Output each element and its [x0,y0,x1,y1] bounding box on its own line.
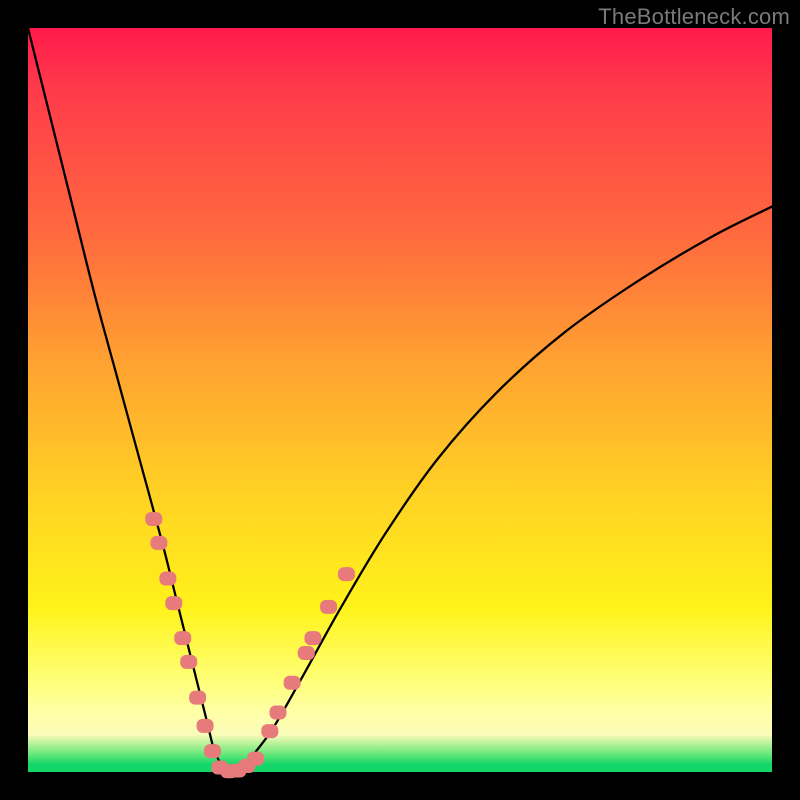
data-marker [165,596,182,610]
bottleneck-curve [28,28,772,773]
data-marker [247,752,264,766]
data-marker [261,724,278,738]
data-marker [298,646,315,660]
data-marker [174,631,191,645]
data-marker [284,676,301,690]
data-marker [320,600,337,614]
plot-area [28,28,772,772]
curve-layer [28,28,772,772]
marker-layer [145,512,355,778]
data-marker [304,631,321,645]
watermark-text: TheBottleneck.com [598,4,790,30]
data-marker [204,744,221,758]
data-marker [189,691,206,705]
data-marker [197,719,214,733]
data-marker [180,655,197,669]
data-marker [159,572,176,586]
data-marker [269,705,286,719]
data-marker [145,512,162,526]
data-marker [150,536,167,550]
chart-frame: TheBottleneck.com [0,0,800,800]
data-marker [338,567,355,581]
